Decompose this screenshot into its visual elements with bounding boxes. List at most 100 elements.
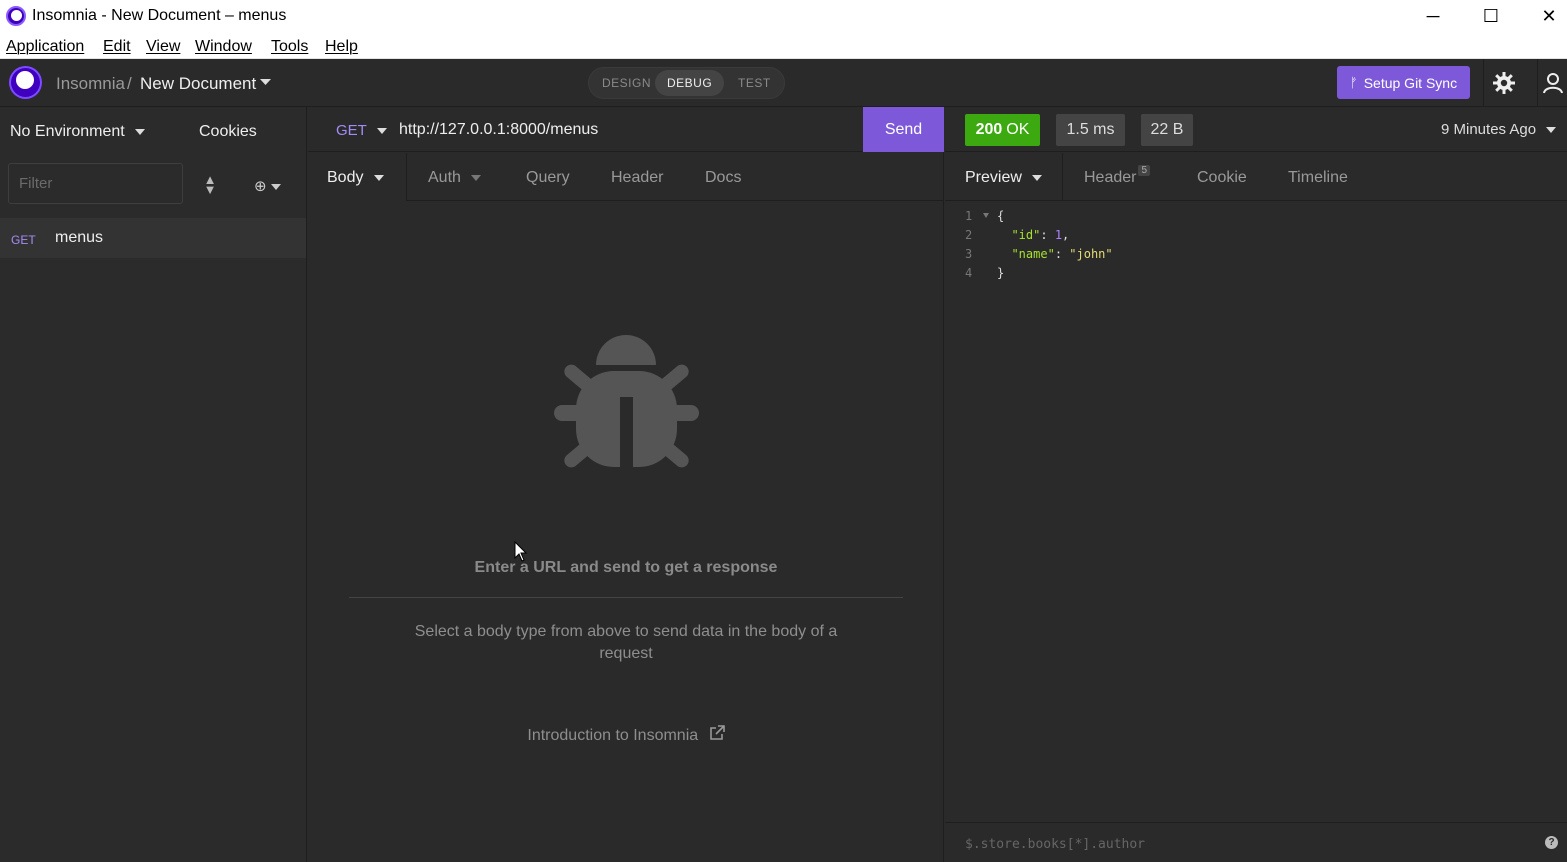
chevron-down-icon bbox=[270, 184, 281, 191]
mouse-cursor-icon bbox=[514, 541, 528, 562]
environment-label: No Environment bbox=[10, 123, 125, 140]
add-request-button[interactable]: ⊕ bbox=[254, 177, 281, 195]
sort-icon: ▲ ▼ bbox=[203, 172, 217, 197]
chevron-down-icon bbox=[1032, 174, 1043, 181]
menu-tools[interactable]: Tools bbox=[271, 38, 308, 56]
settings-button[interactable] bbox=[1483, 59, 1524, 107]
empty-state-body: Select a body type from above to send da… bbox=[414, 623, 838, 662]
tab-timeline[interactable]: Timeline bbox=[1288, 169, 1348, 187]
chevron-down-icon bbox=[376, 128, 387, 135]
window-titlebar: Insomnia - New Document – menus ─ ☐ ✕ bbox=[0, 0, 1567, 32]
code-line: { bbox=[997, 209, 1005, 223]
document-name[interactable]: New Document bbox=[140, 74, 256, 94]
minimize-button[interactable]: ─ bbox=[1404, 0, 1462, 32]
tab-body-label: Body bbox=[327, 169, 364, 186]
setup-git-sync-button[interactable]: ᚠ Setup Git Sync bbox=[1337, 66, 1470, 99]
tab-cookie[interactable]: Cookie bbox=[1197, 169, 1247, 187]
mode-test[interactable]: TEST bbox=[738, 76, 771, 90]
app-logo-icon[interactable] bbox=[9, 66, 42, 99]
response-pane: 200 OK 1.5 ms 22 B 9 Minutes Ago Preview… bbox=[945, 107, 1567, 862]
method-label: GET bbox=[336, 122, 367, 139]
line-number: 1 bbox=[965, 209, 973, 223]
insomnia-logo-icon bbox=[6, 6, 26, 26]
menu-edit[interactable]: Edit bbox=[103, 38, 131, 56]
response-time-ago: 9 Minutes Ago bbox=[1441, 121, 1537, 138]
header-count-badge: 5 bbox=[1138, 165, 1151, 176]
fold-arrow-icon[interactable] bbox=[983, 213, 989, 218]
tab-body[interactable]: Body bbox=[327, 169, 384, 187]
maximize-button[interactable]: ☐ bbox=[1462, 0, 1520, 32]
git-branch-icon: ᚠ bbox=[1349, 75, 1358, 90]
window-title: Insomnia - New Document – menus bbox=[32, 7, 287, 24]
tab-response-header-label: Header bbox=[1084, 169, 1137, 186]
code-line: } bbox=[997, 266, 1005, 280]
bug-icon bbox=[554, 335, 699, 479]
chevron-down-icon bbox=[135, 128, 146, 135]
tab-docs[interactable]: Docs bbox=[705, 169, 741, 187]
response-filter-input[interactable] bbox=[955, 833, 1515, 855]
gear-icon bbox=[1493, 72, 1515, 94]
menu-help[interactable]: Help bbox=[325, 38, 358, 56]
menu-application[interactable]: Application bbox=[6, 38, 84, 56]
request-name: menus bbox=[55, 229, 104, 246]
account-button[interactable] bbox=[1537, 59, 1567, 107]
status-text: OK bbox=[1006, 121, 1030, 138]
url-bar: GET http://127.0.0.1:8000/menus Send bbox=[308, 107, 944, 152]
tab-auth-label: Auth bbox=[428, 169, 461, 186]
cookies-button[interactable]: Cookies bbox=[199, 123, 257, 141]
chevron-down-icon bbox=[1546, 127, 1557, 134]
breadcrumb-root[interactable]: Insomnia bbox=[56, 74, 125, 94]
environment-selector[interactable]: No Environment bbox=[10, 123, 146, 141]
intro-link[interactable]: Introduction to Insomnia bbox=[308, 725, 944, 745]
request-tabs: Body Auth Query Header Docs bbox=[308, 153, 944, 201]
user-icon bbox=[1542, 73, 1563, 94]
close-button[interactable]: ✕ bbox=[1520, 0, 1567, 32]
sidebar-request-item[interactable]: GET menus bbox=[0, 218, 306, 258]
chevron-down-icon bbox=[471, 174, 482, 181]
mode-switch: DESIGN DEBUG TEST bbox=[588, 67, 785, 99]
code-line: "name": "john" bbox=[1011, 247, 1113, 261]
plus-circle-icon: ⊕ bbox=[254, 178, 267, 195]
sidebar-filter-input[interactable] bbox=[8, 163, 183, 204]
line-number: 4 bbox=[965, 266, 973, 280]
response-history-selector[interactable]: 9 Minutes Ago bbox=[1441, 121, 1557, 138]
breadcrumb-separator: / bbox=[127, 74, 132, 93]
tab-query[interactable]: Query bbox=[526, 169, 570, 187]
sort-button[interactable]: ▲ ▼ bbox=[196, 172, 224, 197]
request-pane: GET http://127.0.0.1:8000/menus Send Bod… bbox=[308, 107, 944, 862]
divider bbox=[349, 597, 903, 598]
intro-link-label: Introduction to Insomnia bbox=[527, 727, 699, 744]
response-filter-bar: ? bbox=[945, 822, 1567, 862]
send-button[interactable]: Send bbox=[863, 107, 944, 152]
document-dropdown-icon[interactable] bbox=[260, 79, 271, 86]
tab-response-header[interactable]: Header 5 bbox=[1084, 165, 1151, 187]
menu-view[interactable]: View bbox=[146, 38, 180, 56]
line-number: 3 bbox=[965, 247, 973, 261]
response-tabs: Preview Header 5 Cookie Timeline bbox=[945, 153, 1567, 201]
url-input[interactable]: http://127.0.0.1:8000/menus bbox=[399, 121, 598, 139]
status-code: 200 bbox=[975, 121, 1003, 138]
empty-state-title: Enter a URL and send to get a response bbox=[474, 559, 778, 576]
tab-header[interactable]: Header bbox=[611, 169, 663, 187]
menu-window[interactable]: Window bbox=[195, 38, 252, 56]
method-selector[interactable]: GET bbox=[336, 122, 387, 139]
help-icon[interactable]: ? bbox=[1545, 836, 1558, 849]
response-size-badge: 22 B bbox=[1141, 114, 1193, 146]
git-sync-label: Setup Git Sync bbox=[1363, 74, 1458, 91]
status-badge: 200 OK bbox=[965, 114, 1040, 146]
request-method-badge: GET bbox=[11, 233, 36, 247]
menubar: Application Edit View Window Tools Help bbox=[0, 32, 1567, 59]
line-number: 2 bbox=[965, 228, 973, 242]
mode-debug[interactable]: DEBUG bbox=[655, 70, 725, 96]
app-header: Insomnia / New Document DESIGN DEBUG TES… bbox=[0, 59, 1567, 107]
mode-design[interactable]: DESIGN bbox=[602, 76, 651, 90]
response-time-badge: 1.5 ms bbox=[1056, 114, 1125, 146]
tab-auth[interactable]: Auth bbox=[428, 169, 482, 187]
response-status-bar: 200 OK 1.5 ms 22 B 9 Minutes Ago bbox=[945, 107, 1567, 152]
chevron-down-icon bbox=[373, 174, 384, 181]
sidebar: No Environment Cookies ▲▼ ⊕ GET menus bbox=[0, 107, 307, 862]
external-link-icon bbox=[709, 725, 725, 740]
tab-preview-label: Preview bbox=[965, 169, 1022, 186]
tab-preview[interactable]: Preview bbox=[965, 169, 1043, 187]
code-line: "id": 1, bbox=[1011, 228, 1070, 242]
